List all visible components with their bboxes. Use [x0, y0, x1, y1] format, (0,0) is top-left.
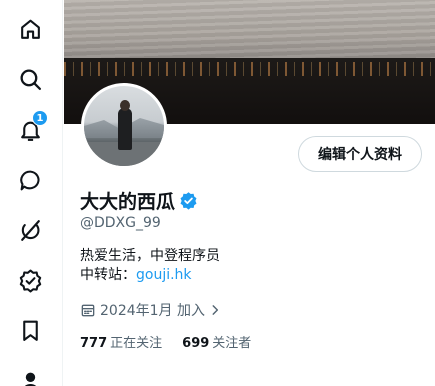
join-date[interactable]: 2024年1月 加入: [80, 300, 222, 320]
avatar-head: [120, 100, 130, 111]
nav-grok[interactable]: [8, 208, 52, 252]
avatar-person: [118, 108, 132, 150]
join-date-text: 2024年1月 加入: [100, 303, 205, 319]
verified-checkmark-icon[interactable]: [179, 191, 198, 210]
nav-notifications[interactable]: 1: [8, 108, 52, 152]
calendar-icon: [81, 304, 95, 317]
nav-messages[interactable]: [8, 158, 52, 202]
grok-icon: [20, 219, 40, 241]
bio-line-1: 热爱生活，中登程序员: [80, 248, 220, 264]
message-icon: [19, 170, 39, 190]
banner-sky: [64, 0, 435, 60]
nav-bookmarks[interactable]: [8, 308, 52, 352]
following-count: 777: [80, 336, 108, 351]
display-name: 大大的西瓜: [80, 190, 176, 213]
bio-line-2: 中转站：gouji.hk: [80, 266, 220, 285]
person-icon: [23, 372, 37, 386]
followers-count: 699: [182, 336, 210, 351]
profile-bio: 热爱生活，中登程序员 中转站：gouji.hk: [80, 247, 220, 285]
name-row: 大大的西瓜: [80, 188, 198, 213]
banner-city-lights: [64, 62, 435, 76]
chevron-right-icon: [212, 305, 219, 315]
nav-verified[interactable]: [8, 258, 52, 302]
verified-badge-icon: [19, 269, 41, 292]
avatar[interactable]: [81, 83, 167, 169]
user-handle: @DDXG_99: [80, 215, 161, 231]
bio-link[interactable]: gouji.hk: [136, 267, 192, 283]
followers-link[interactable]: 699 关注者: [182, 332, 251, 351]
search-icon: [20, 69, 41, 90]
follow-stats: 777 正在关注 699 关注者: [80, 332, 271, 351]
following-link[interactable]: 777 正在关注: [80, 332, 162, 351]
following-label: 正在关注: [110, 336, 163, 351]
profile-main: 编辑个人资料 大大的西瓜 @DDXG_99 热爱生活，中登程序员 中转站：gou…: [64, 0, 435, 386]
nav-home[interactable]: [8, 7, 52, 51]
home-icon: [20, 19, 40, 39]
notification-badge: 1: [32, 110, 48, 126]
bio-prefix: 中转站：: [80, 267, 136, 283]
bookmark-icon: [22, 320, 38, 341]
edit-profile-button[interactable]: 编辑个人资料: [298, 136, 422, 172]
followers-label: 关注者: [212, 336, 252, 351]
nav-explore[interactable]: [8, 57, 52, 101]
nav-profile[interactable]: [8, 360, 52, 386]
sidebar-nav: 1: [0, 0, 63, 386]
